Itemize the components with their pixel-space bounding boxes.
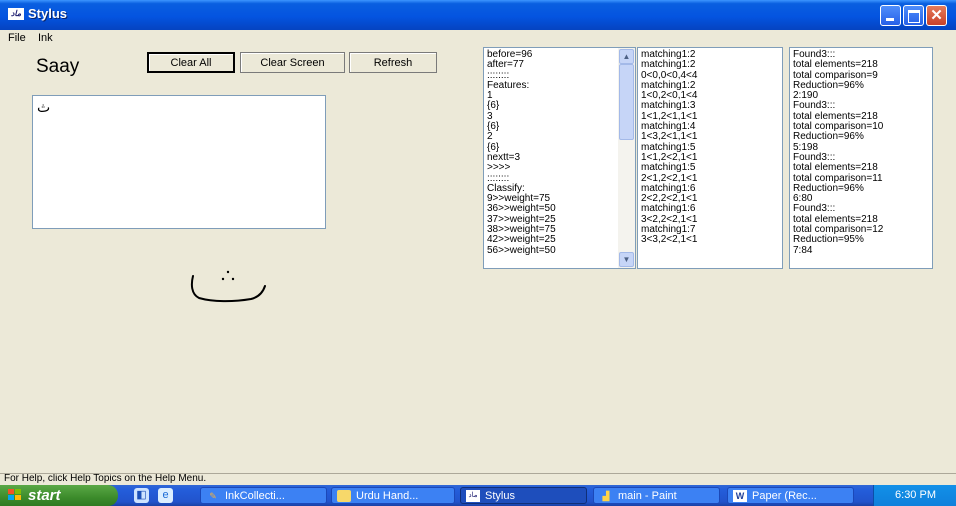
matching-listbox[interactable]: matching1:2 matching1:2 0<0,0<0,4<4 matchin… (637, 47, 783, 269)
menu-bar: File Ink (0, 30, 956, 46)
word-icon: W (733, 490, 747, 502)
task-urdu-hand[interactable]: Urdu Hand... (331, 487, 455, 504)
list-item[interactable]: Reduction=95% (793, 235, 930, 246)
results-listbox[interactable]: Found3::: total elements=218 total compari… (789, 47, 933, 269)
scroll-down-icon[interactable]: ▼ (619, 252, 634, 267)
taskbar: start ◧ e ✎ InkCollecti... Urdu Hand... … (0, 485, 956, 506)
scroll-up-icon[interactable]: ▲ (619, 49, 634, 64)
close-button[interactable]: ✕ (926, 5, 947, 26)
canvas-glyph: ث (37, 100, 51, 116)
maximize-button[interactable] (903, 5, 924, 26)
task-paint[interactable]: ▟ main - Paint (593, 487, 720, 504)
results-lines: Found3::: total elements=218 total compari… (793, 49, 930, 256)
recognized-word: Saay (36, 56, 80, 77)
scroll-thumb[interactable] (619, 64, 634, 140)
show-desktop-icon[interactable]: ◧ (134, 488, 149, 503)
task-paper[interactable]: W Paper (Rec... (727, 487, 854, 504)
minimize-icon (886, 18, 894, 21)
list-item[interactable]: 56>>weight=50 (487, 245, 633, 256)
handwritten-stroke[interactable] (185, 262, 275, 312)
paint-icon: ▟ (602, 491, 610, 501)
task-stylus[interactable]: ماد Stylus (460, 487, 587, 504)
list-item[interactable]: 3 (487, 111, 633, 122)
list-item[interactable]: {6} (487, 121, 633, 132)
clear-all-button[interactable]: Clear All (147, 52, 235, 73)
system-tray-clock: 6:30 PM (873, 485, 956, 506)
ink-canvas[interactable]: ث (32, 95, 326, 229)
ink-icon: ✎ (209, 491, 217, 501)
start-button[interactable]: start (0, 485, 118, 506)
list-item[interactable]: Reduction=96% (793, 183, 930, 194)
start-label: start (28, 487, 61, 504)
task-inkcollection[interactable]: ✎ InkCollecti... (200, 487, 327, 504)
refresh-button[interactable]: Refresh (349, 52, 437, 73)
close-icon: ✕ (930, 7, 943, 24)
windows-flag-icon (8, 489, 21, 500)
maximize-icon (908, 10, 920, 23)
stylus-app-icon: ماد (466, 490, 480, 502)
menu-file[interactable]: File (8, 32, 26, 44)
minimize-button[interactable] (880, 5, 901, 26)
matching-lines: matching1:2 matching1:2 0<0,0<0,4<4 matchin… (641, 49, 780, 246)
features-listbox[interactable]: before=96 after=77:::::::: Features: 1 {6} 3{… (483, 47, 636, 269)
list-item[interactable]: Features: (487, 80, 633, 91)
status-text: For Help, click Help Topics on the Help … (4, 473, 207, 484)
list-item[interactable]: 3<3,2<2,1<1 (641, 235, 780, 246)
folder-icon (337, 490, 351, 502)
vertical-scrollbar[interactable]: ▲ ▼ (618, 48, 635, 268)
features-lines: before=96 after=77:::::::: Features: 1 {6} 3{… (487, 49, 633, 256)
list-item[interactable]: 1 (487, 90, 633, 101)
menu-ink[interactable]: Ink (38, 32, 53, 44)
list-item[interactable]: 7:84 (793, 245, 930, 256)
window-title: Stylus (28, 6, 68, 21)
clear-screen-button[interactable]: Clear Screen (240, 52, 345, 73)
list-item[interactable]: {6} (487, 101, 633, 112)
internet-explorer-icon[interactable]: e (158, 488, 173, 503)
app-icon: ماد (8, 8, 24, 20)
title-bar: ماد Stylus ✕ (0, 0, 956, 30)
list-item[interactable]: 2 (487, 132, 633, 143)
